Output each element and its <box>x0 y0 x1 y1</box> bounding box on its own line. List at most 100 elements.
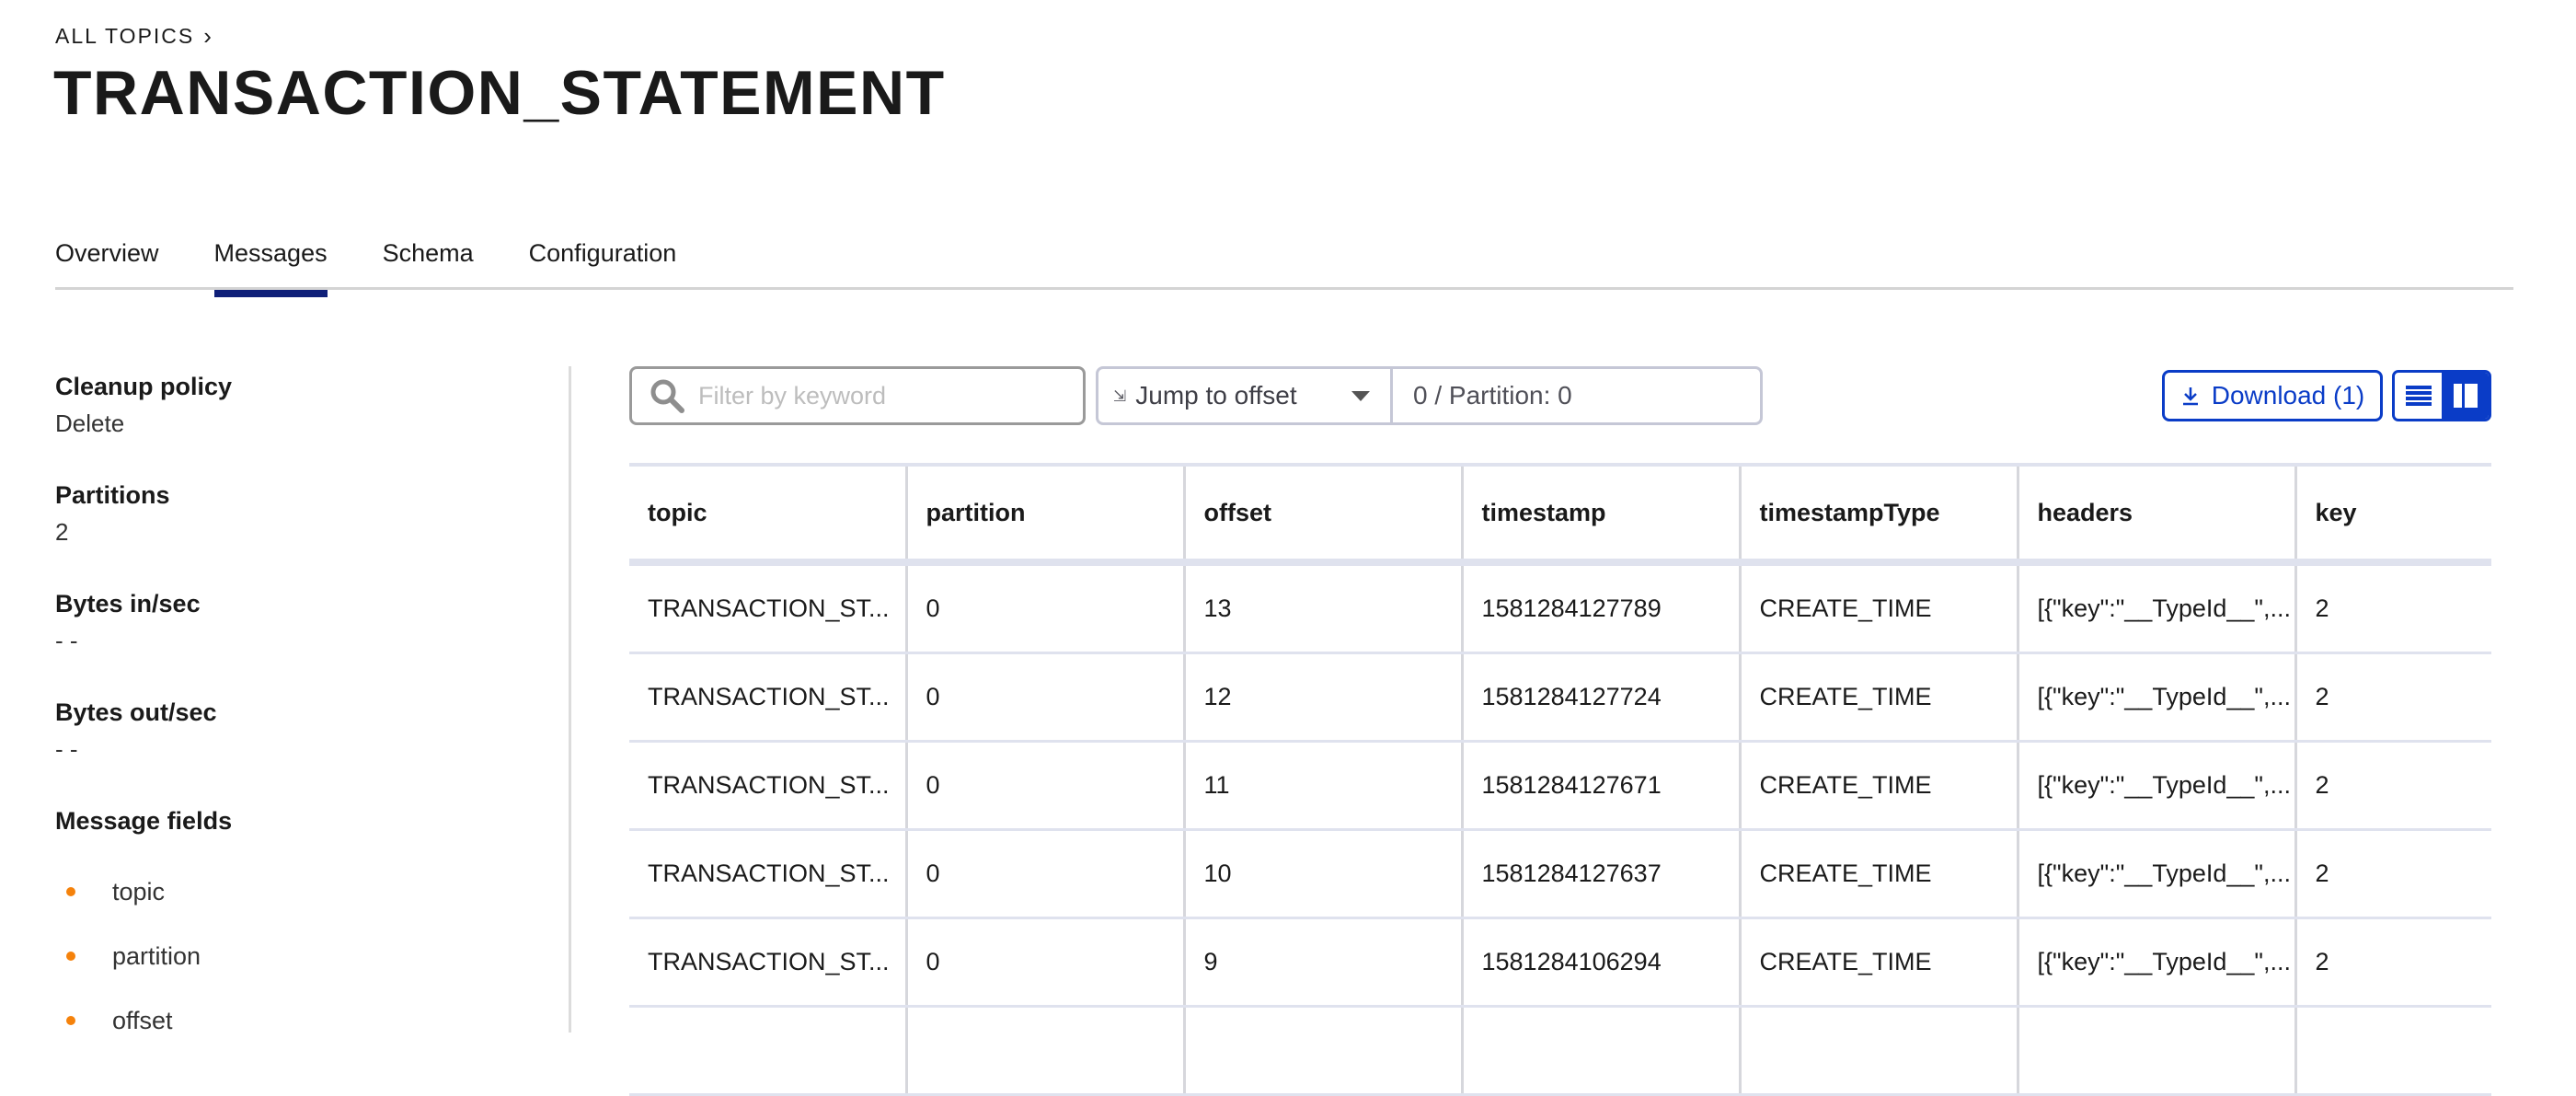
cell-headers: [{"key":"__TypeId__",... <box>2018 829 2297 919</box>
cleanup-policy-value: Delete <box>55 410 125 437</box>
download-icon <box>2182 387 2198 406</box>
message-field-label: partition <box>112 941 201 970</box>
cleanup-policy-label: Cleanup policy <box>55 373 233 400</box>
cell-key: 2 <box>2295 562 2491 654</box>
cell-headers: [{"key":"__TypeId__",... <box>2018 917 2297 1008</box>
table-row[interactable]: TRANSACTION_ST... 0 10 1581284127637 CREATE_… <box>629 829 2491 919</box>
bytes-in-label: Bytes in/sec <box>55 590 201 617</box>
bytes-out-label: Bytes out/sec <box>55 698 217 726</box>
cell-partition: 0 <box>906 652 1186 743</box>
cell-partition: 0 <box>906 741 1186 831</box>
column-header-topic[interactable]: topic <box>629 465 908 566</box>
cell-key: 2 <box>2295 917 2491 1008</box>
message-fields-label: Message fields <box>55 807 233 835</box>
table-row[interactable]: TRANSACTION_ST... 0 13 1581284127789 CREATE_… <box>629 562 2491 654</box>
cell-timestamp: 1581284127671 <box>1462 741 1742 831</box>
cell-timestamp-type: CREATE_TIME <box>1740 917 2019 1008</box>
bullet-icon <box>66 887 75 896</box>
column-header-partition[interactable]: partition <box>906 465 1186 566</box>
cell-partition: 0 <box>906 829 1186 919</box>
cell-offset: 10 <box>1184 829 1464 919</box>
cell-offset: 12 <box>1184 652 1464 743</box>
cell-headers <box>2018 1006 2297 1096</box>
filter-keyword-input[interactable] <box>696 380 1068 411</box>
tab-overview[interactable]: Overview <box>55 230 159 287</box>
keyword-filter[interactable] <box>629 366 1086 425</box>
cell-partition: 0 <box>906 917 1186 1008</box>
cell-timestamp: 1581284106294 <box>1462 917 1742 1008</box>
split-view-icon <box>2453 384 2478 408</box>
column-header-timestamp-type[interactable]: timestampType <box>1740 465 2019 566</box>
tab-messages[interactable]: Messages <box>213 230 328 297</box>
column-header-headers[interactable]: headers <box>2018 465 2297 566</box>
cell-timestamp-type: CREATE_TIME <box>1740 652 2019 743</box>
table-row[interactable]: TRANSACTION_ST... 0 9 1581284106294 CREATE_T… <box>629 917 2491 1008</box>
table-row[interactable] <box>629 1006 2491 1096</box>
split-view-button[interactable] <box>2442 373 2489 419</box>
cell-partition <box>906 1006 1186 1096</box>
caret-down-icon <box>1351 390 1370 401</box>
cleanup-policy: Cleanup policy Delete <box>55 368 552 442</box>
cell-key: 2 <box>2295 829 2491 919</box>
message-field-item: offset <box>55 988 552 1053</box>
bytes-out: Bytes out/sec - - <box>55 694 552 767</box>
table-row[interactable]: TRANSACTION_ST... 0 11 1581284127671 CREATE_… <box>629 741 2491 831</box>
page-title: TRANSACTION_STATEMENT <box>53 58 946 128</box>
view-mode-toggle <box>2392 370 2491 421</box>
cell-topic: TRANSACTION_ST... <box>629 562 908 654</box>
list-view-button[interactable] <box>2395 373 2442 419</box>
message-field-label: topic <box>112 877 166 906</box>
tab-configuration[interactable]: Configuration <box>529 230 677 287</box>
breadcrumb-all-topics[interactable]: ALL TOPICS <box>55 24 194 49</box>
cell-timestamp: 1581284127789 <box>1462 562 1742 654</box>
tab-bar: Overview Messages Schema Configuration <box>55 230 2513 297</box>
column-header-offset[interactable]: offset <box>1184 465 1464 566</box>
cell-offset: 9 <box>1184 917 1464 1008</box>
cell-timestamp: 1581284127724 <box>1462 652 1742 743</box>
message-fields: Message fields topic partition offset <box>55 802 552 1053</box>
cell-offset <box>1184 1006 1464 1096</box>
message-field-item: partition <box>55 924 552 988</box>
jump-mode-dropdown[interactable]: ⇲ Jump to offset <box>1098 369 1393 422</box>
cell-partition: 0 <box>906 562 1186 654</box>
jump-mode-label: Jump to offset <box>1135 381 1297 410</box>
table-row[interactable]: TRANSACTION_ST... 0 12 1581284127724 CREATE_… <box>629 652 2491 743</box>
list-icon <box>2405 386 2432 406</box>
column-header-key[interactable]: key <box>2295 465 2491 566</box>
cell-key: 2 <box>2295 652 2491 743</box>
search-icon <box>650 379 684 413</box>
jump-to-offset-group: ⇲ Jump to offset 0 / Partition: 0 <box>1096 366 1763 425</box>
messages-table: topic partition offset timestamp timesta… <box>629 463 2491 1096</box>
cell-topic: TRANSACTION_ST... <box>629 652 908 743</box>
column-header-timestamp[interactable]: timestamp <box>1462 465 1742 566</box>
cell-timestamp-type: CREATE_TIME <box>1740 562 2019 654</box>
bytes-in: Bytes in/sec - - <box>55 585 552 659</box>
cell-topic: TRANSACTION_ST... <box>629 741 908 831</box>
partitions-value: 2 <box>55 518 69 546</box>
cell-offset: 11 <box>1184 741 1464 831</box>
download-label: Download (1) <box>2211 381 2365 410</box>
message-fields-list: topic partition offset <box>55 859 552 1053</box>
chevron-right-icon: › <box>203 22 212 50</box>
bytes-out-value: - - <box>55 735 78 763</box>
bullet-icon <box>66 952 75 961</box>
cell-offset: 13 <box>1184 562 1464 654</box>
bullet-icon <box>66 1016 75 1025</box>
cell-headers: [{"key":"__TypeId__",... <box>2018 562 2297 654</box>
partitions: Partitions 2 <box>55 477 552 550</box>
cell-key <box>2295 1006 2491 1096</box>
message-field-label: offset <box>112 1006 173 1034</box>
download-button[interactable]: Download (1) <box>2162 370 2383 421</box>
jump-offset-icon: ⇲ <box>1113 386 1127 405</box>
cell-timestamp-type <box>1740 1006 2019 1096</box>
cell-timestamp: 1581284127637 <box>1462 829 1742 919</box>
message-field-item: topic <box>55 859 552 924</box>
cell-topic: TRANSACTION_ST... <box>629 917 908 1008</box>
cell-topic: TRANSACTION_ST... <box>629 829 908 919</box>
cell-key: 2 <box>2295 741 2491 831</box>
breadcrumb[interactable]: ALL TOPICS › <box>55 22 212 51</box>
cell-topic <box>629 1006 908 1096</box>
cell-headers: [{"key":"__TypeId__",... <box>2018 652 2297 743</box>
offset-partition-input[interactable]: 0 / Partition: 0 <box>1393 369 1760 422</box>
tab-schema[interactable]: Schema <box>383 230 474 287</box>
